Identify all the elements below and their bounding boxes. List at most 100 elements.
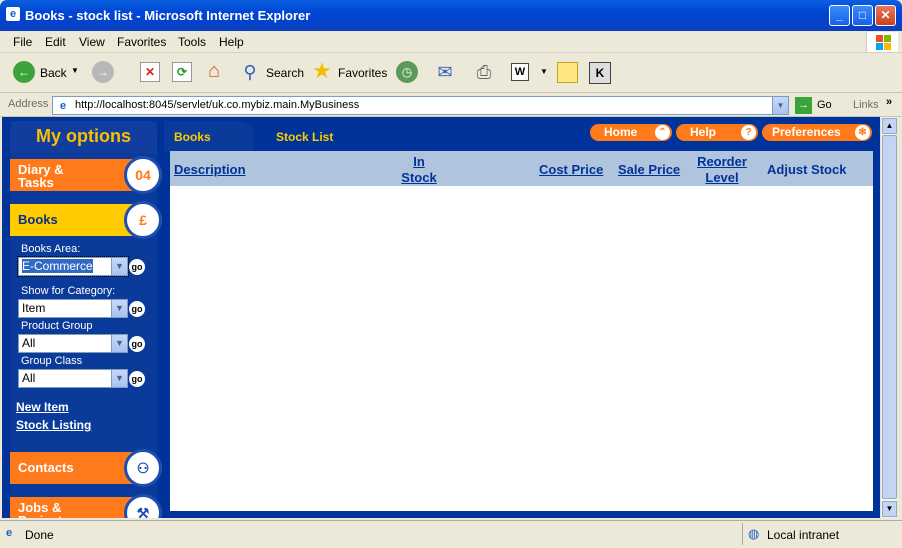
page-content: My options Diary & Tasks 04 Books £ Book… [2, 117, 880, 518]
preferences-gear-icon: ✻ [855, 125, 870, 140]
stop-icon[interactable]: ✕ [140, 62, 160, 82]
nav-diary-tasks[interactable]: Diary & Tasks 04 [10, 156, 162, 194]
forward-arrow-icon[interactable]: → [92, 61, 114, 83]
history-icon[interactable]: ◷ [396, 61, 418, 83]
table-header: Description In Stock Cost Price Sale Pri… [170, 151, 873, 186]
favorites-button[interactable]: Favorites [338, 66, 387, 80]
menu-edit[interactable]: Edit [45, 35, 66, 49]
product-group-value: All [22, 336, 36, 350]
edit-word-icon[interactable]: W [511, 63, 529, 81]
mail-icon[interactable]: ✉ [433, 62, 457, 82]
search-button[interactable]: Search [266, 66, 304, 80]
col-description[interactable]: Description [174, 162, 246, 178]
back-button[interactable]: Back [40, 66, 67, 80]
preferences-button-label: Preferences [772, 125, 841, 139]
favorites-star-icon[interactable]: ★ [310, 59, 334, 83]
calendar-icon: 04 [124, 156, 162, 194]
status-bar: e Done ◍ Local intranet [0, 520, 902, 548]
sidebar: My options Diary & Tasks 04 Books £ Book… [10, 121, 162, 518]
ie-logo-icon: e [6, 7, 20, 21]
print-icon[interactable]: ⎙ [472, 61, 496, 83]
address-label: Address [8, 98, 49, 110]
edit-dropdown-icon[interactable]: ▼ [540, 67, 548, 76]
home-button-label: Home [604, 125, 638, 139]
window-title: Books - stock list - Microsoft Internet … [25, 8, 311, 23]
vertical-scrollbar[interactable]: ▲ ▼ [880, 117, 897, 518]
tab-books[interactable]: Books [164, 121, 254, 151]
product-group-label: Product Group [21, 320, 93, 332]
menu-file[interactable]: File [13, 35, 32, 49]
col-adjust-stock: Adjust Stock [767, 162, 847, 177]
category-go-button[interactable]: go [129, 301, 145, 317]
new-item-link[interactable]: New Item [16, 400, 69, 414]
chevron-down-icon[interactable]: ▼ [111, 258, 127, 275]
page-icon: e [59, 100, 67, 112]
help-button-label: Help [690, 125, 717, 139]
stock-table: Description In Stock Cost Price Sale Pri… [170, 151, 873, 511]
col-sale-price[interactable]: Sale Price [618, 162, 680, 178]
close-button[interactable]: ✕ [875, 5, 896, 26]
scroll-down-icon[interactable]: ▼ [882, 501, 897, 517]
status-text: Done [25, 528, 54, 542]
group-class-label: Group Class [21, 355, 83, 367]
search-icon[interactable]: ⚲ [239, 61, 261, 83]
nav-jobs-projects[interactable]: Jobs & Projects ⚒ [10, 494, 162, 518]
menu-view[interactable]: View [79, 35, 105, 49]
sidebar-title: My options [10, 121, 157, 153]
minimize-button[interactable]: _ [829, 5, 850, 26]
group-class-go-button[interactable]: go [129, 371, 145, 387]
nav-books[interactable]: Books £ [10, 201, 162, 239]
maximize-button[interactable]: □ [852, 5, 873, 26]
back-arrow-icon[interactable]: ← [13, 61, 35, 83]
back-dropdown-icon[interactable]: ▼ [71, 66, 79, 75]
menu-favorites[interactable]: Favorites [117, 35, 166, 49]
tab-stock-list[interactable]: Stock List [264, 121, 464, 151]
page-done-icon: e [6, 527, 13, 539]
category-select[interactable]: Item ▼ [18, 299, 128, 318]
category-value: Item [22, 301, 46, 315]
address-dropdown-icon[interactable]: ▼ [772, 97, 788, 114]
help-button[interactable]: Help ? [676, 124, 758, 141]
people-icon: ⚇ [124, 449, 162, 487]
go-arrow-icon[interactable]: → [795, 97, 812, 114]
chevron-down-icon[interactable]: ▼ [111, 300, 127, 317]
col-reorder-level[interactable]: Reorder Level [692, 154, 752, 186]
group-class-select[interactable]: All ▼ [18, 369, 128, 388]
home-chevron-icon: ⌃ [655, 125, 670, 140]
title-bar: e Books - stock list - Microsoft Interne… [0, 0, 902, 31]
links-label[interactable]: Links [853, 99, 879, 111]
books-area-go-button[interactable]: go [129, 259, 145, 275]
nav-contacts[interactable]: Contacts ⚇ [10, 449, 162, 487]
scroll-up-icon[interactable]: ▲ [882, 118, 897, 134]
group-class-value: All [22, 371, 36, 385]
scroll-thumb[interactable] [882, 135, 897, 499]
chevron-down-icon[interactable]: ▼ [111, 370, 127, 387]
col-cost-price[interactable]: Cost Price [539, 162, 603, 178]
books-area-label: Books Area: [21, 243, 81, 255]
books-area-select[interactable]: E-Commerce ▼ [17, 256, 129, 277]
menu-tools[interactable]: Tools [178, 35, 206, 49]
home-button[interactable]: Home ⌃ [590, 124, 672, 141]
chevron-down-icon[interactable]: ▼ [111, 335, 127, 352]
books-pound-icon: £ [124, 201, 162, 239]
nav-jobs-label: Jobs & Projects [18, 500, 69, 518]
category-label: Show for Category: [21, 285, 116, 297]
books-area-value: E-Commerce [22, 259, 93, 273]
preferences-button[interactable]: Preferences ✻ [762, 124, 872, 141]
product-group-go-button[interactable]: go [129, 336, 145, 352]
product-group-select[interactable]: All ▼ [18, 334, 128, 353]
home-icon[interactable]: ⌂ [202, 59, 226, 83]
address-input[interactable]: e http://localhost:8045/servlet/uk.co.my… [52, 96, 789, 115]
col-in-stock[interactable]: In Stock [396, 154, 442, 186]
menu-help[interactable]: Help [219, 35, 244, 49]
windows-logo-icon [866, 32, 898, 52]
help-question-icon: ? [741, 125, 756, 140]
address-url: http://localhost:8045/servlet/uk.co.mybi… [75, 99, 360, 111]
discuss-note-icon[interactable] [557, 62, 578, 83]
go-button[interactable]: Go [817, 99, 832, 111]
refresh-icon[interactable]: ⟳ [172, 62, 192, 82]
messenger-icon[interactable]: K [589, 62, 611, 84]
links-chevron-icon[interactable]: » [886, 96, 892, 108]
stock-listing-link[interactable]: Stock Listing [16, 418, 91, 432]
zone-text: Local intranet [767, 528, 840, 542]
